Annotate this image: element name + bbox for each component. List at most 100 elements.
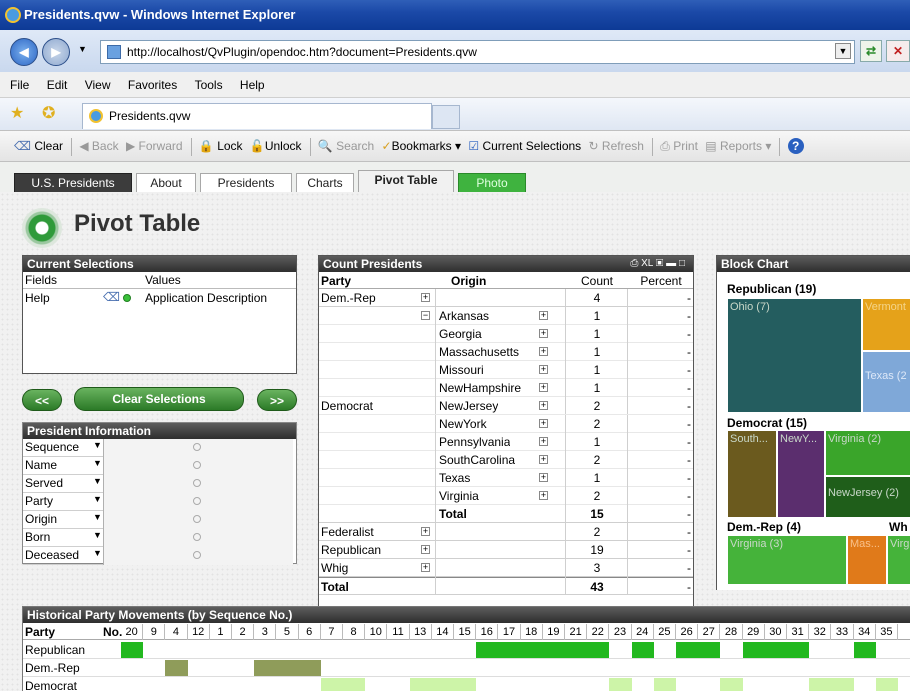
pivot-origin-cell[interactable]: Missouri — [439, 361, 484, 379]
pivot-header-percent[interactable]: Percent — [629, 272, 693, 290]
block-democrat-newjersey[interactable]: NewJersey (2) — [825, 476, 910, 518]
party-term-bar[interactable] — [298, 660, 321, 676]
unlock-button[interactable]: 🔓Unlock — [250, 131, 302, 161]
address-dropdown-icon[interactable]: ▼ — [835, 43, 851, 59]
block-whig-virginia[interactable]: Virg — [887, 535, 910, 585]
pivot-row[interactable]: Total 43 - — [319, 577, 693, 595]
block-democrat-south[interactable]: South... — [727, 430, 777, 518]
block-democrat-newyork[interactable]: NewY... — [777, 430, 825, 518]
pivot-party-cell[interactable]: Democrat — [321, 397, 373, 415]
pivot-row[interactable]: Federalist +2 - — [319, 523, 693, 541]
pivot-row[interactable]: Whig +3 - — [319, 559, 693, 577]
block-demrep-massachusetts[interactable]: Mas... — [847, 535, 887, 585]
party-term-bar[interactable] — [676, 642, 699, 658]
pivot-party-cell[interactable]: Whig — [321, 559, 348, 577]
stop-icon[interactable]: ✕ — [886, 40, 910, 62]
party-row[interactable]: Democrat — [23, 677, 910, 691]
pivot-header-party[interactable]: Party — [321, 272, 351, 290]
print-icon[interactable]: ⎙ — [630, 258, 638, 269]
pivot-party-cell[interactable]: Federalist — [321, 523, 374, 541]
pivot-row[interactable]: Georgia +1 - — [319, 325, 693, 343]
block-republican-vermont[interactable]: Vermont — [862, 298, 910, 351]
favorites-star-icon[interactable]: ★ — [10, 103, 24, 123]
party-term-bar[interactable] — [498, 642, 521, 658]
block-republican-texas[interactable]: Texas (2 — [862, 351, 910, 413]
tab-photo[interactable]: Photo — [458, 173, 526, 192]
pivot-origin-cell[interactable]: Total — [439, 505, 467, 523]
search-button[interactable]: 🔍 Search — [318, 131, 374, 161]
new-tab-button[interactable] — [432, 105, 460, 129]
field-row-party[interactable]: Party ▼ — [23, 493, 293, 511]
tab-pivot-table[interactable]: Pivot Table — [358, 170, 454, 192]
block-republican-ohio[interactable]: Ohio (7) — [727, 298, 862, 413]
expand-plus-icon[interactable]: + — [421, 527, 430, 536]
pivot-row[interactable]: Republican +19 - — [319, 541, 693, 559]
forward-nav-button[interactable]: ▶ — [42, 38, 70, 66]
pivot-row[interactable]: Pennsylvania +1 - — [319, 433, 693, 451]
back-nav-button[interactable]: ◀ — [10, 38, 38, 66]
current-selections-button[interactable]: ☑ Current Selections — [468, 131, 581, 161]
pivot-row[interactable]: Texas +1 - — [319, 469, 693, 487]
pivot-party-cell[interactable]: Dem.-Rep — [321, 289, 376, 307]
expand-plus-icon[interactable]: + — [539, 401, 548, 410]
restore-icon[interactable]: ▣ — [656, 258, 664, 269]
print-button[interactable]: ⎙ Print — [660, 131, 698, 161]
pivot-party-cell[interactable]: Total — [321, 578, 349, 596]
party-row[interactable]: Republican — [23, 641, 910, 659]
bookmarks-button[interactable]: ✓Bookmarks ▾ — [382, 131, 461, 161]
pivot-origin-cell[interactable]: Pennsylvania — [439, 433, 510, 451]
expand-plus-icon[interactable]: + — [539, 347, 548, 356]
clear-selections-button[interactable]: Clear Selections — [74, 387, 244, 411]
party-term-bar[interactable] — [254, 660, 277, 676]
party-row[interactable]: Dem.-Rep — [23, 659, 910, 677]
previous-button[interactable]: << — [22, 389, 62, 411]
collapse-minus-icon[interactable]: − — [421, 311, 430, 320]
party-term-bar[interactable] — [454, 678, 477, 691]
add-favorite-icon[interactable]: ✪ — [42, 103, 55, 123]
party-term-bar[interactable] — [121, 642, 144, 658]
party-term-bar[interactable] — [343, 678, 366, 691]
party-term-bar[interactable] — [609, 678, 632, 691]
pivot-origin-cell[interactable]: NewHampshire — [439, 379, 521, 397]
pivot-origin-cell[interactable]: Arkansas — [439, 307, 489, 325]
party-term-bar[interactable] — [831, 678, 854, 691]
expand-plus-icon[interactable]: + — [539, 491, 548, 500]
pivot-row[interactable]: Total 15 - — [319, 505, 693, 523]
pivot-origin-cell[interactable]: Virginia — [439, 487, 479, 505]
pivot-row[interactable]: SouthCarolina +2 - — [319, 451, 693, 469]
party-term-bar[interactable] — [787, 642, 810, 658]
block-demrep-virginia[interactable]: Virginia (3) — [727, 535, 847, 585]
expand-plus-icon[interactable]: + — [539, 311, 548, 320]
pivot-row[interactable]: Arkansas + − 1 - — [319, 307, 693, 325]
next-button[interactable]: >> — [257, 389, 297, 411]
expand-plus-icon[interactable]: + — [539, 419, 548, 428]
expand-plus-icon[interactable]: + — [539, 455, 548, 464]
party-term-bar[interactable] — [520, 642, 543, 658]
party-term-bar[interactable] — [720, 678, 743, 691]
refresh-button[interactable]: ↻ Refresh — [589, 131, 644, 161]
clear-button[interactable]: ⌫ Clear — [14, 131, 63, 161]
party-term-bar[interactable] — [742, 642, 765, 658]
party-term-bar[interactable] — [809, 678, 832, 691]
expand-plus-icon[interactable]: + — [421, 545, 430, 554]
party-term-bar[interactable] — [276, 660, 299, 676]
menu-file[interactable]: File — [10, 72, 29, 98]
field-row-origin[interactable]: Origin ▼ — [23, 511, 293, 529]
forward-button[interactable]: ▶ Forward — [126, 131, 183, 161]
pivot-row[interactable]: Democrat NewJersey +2 - — [319, 397, 693, 415]
tab-presidents[interactable]: Presidents — [200, 173, 292, 192]
expand-plus-icon[interactable]: + — [539, 329, 548, 338]
party-term-bar[interactable] — [698, 642, 721, 658]
party-term-bar[interactable] — [587, 642, 610, 658]
party-term-bar[interactable] — [431, 678, 454, 691]
party-term-bar[interactable] — [409, 678, 432, 691]
reports-button[interactable]: ▤ Reports ▾ — [705, 131, 771, 161]
expand-plus-icon[interactable]: + — [539, 383, 548, 392]
party-term-bar[interactable] — [165, 660, 188, 676]
excel-icon[interactable]: XL — [641, 258, 653, 269]
browser-tab[interactable]: Presidents.qvw — [82, 103, 432, 129]
party-term-bar[interactable] — [320, 678, 343, 691]
party-term-bar[interactable] — [542, 642, 565, 658]
menu-tools[interactable]: Tools — [195, 72, 223, 98]
expand-plus-icon[interactable]: + — [421, 293, 430, 302]
